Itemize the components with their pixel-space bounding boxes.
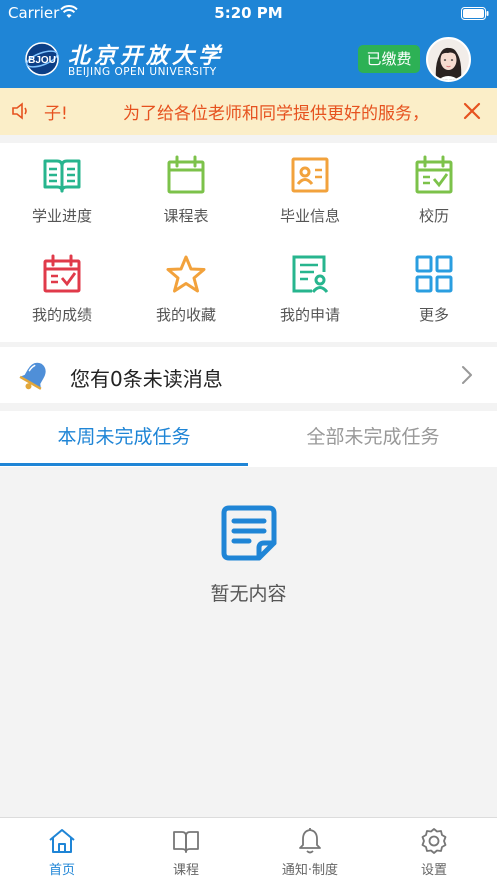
grid-item-label: 学业进度 (31, 207, 92, 225)
calendar-check-icon (414, 155, 454, 195)
tab-all-unfinished[interactable]: 全部未完成任务 (249, 411, 497, 467)
status-bar: Carrier 5:20 PM (0, 0, 497, 28)
active-tab-indicator (0, 463, 248, 466)
grid-item-more[interactable]: 更多 (372, 242, 496, 341)
tabbar-label: 设置 (420, 863, 447, 878)
grid-item-timetable[interactable]: 课程表 (124, 143, 248, 242)
university-name-en: BEIJING OPEN UNIVERSITY (68, 66, 217, 78)
tabbar-label: 课程 (172, 863, 199, 878)
grid-item-label: 校历 (418, 207, 449, 225)
tabbar-item-home[interactable]: 首页 (0, 818, 124, 883)
book-icon (172, 827, 200, 855)
id-card-icon (290, 155, 330, 195)
logo-mark-text: BJOU (28, 55, 56, 66)
calendar-icon (166, 155, 206, 195)
grid-item-my-grades[interactable]: 我的成绩 (0, 242, 124, 341)
tabbar-item-settings[interactable]: 设置 (372, 818, 496, 883)
grid-item-label: 我的收藏 (155, 306, 216, 324)
tab-this-week-unfinished[interactable]: 本周未完成任务 (0, 411, 248, 467)
unread-messages-text: 您有0条未读消息 (70, 367, 223, 391)
grid-item-graduation-info[interactable]: 毕业信息 (248, 143, 372, 242)
header: Carrier 5:20 PM BJOU 北京开放大学 BEIJING OPEN… (0, 0, 497, 88)
empty-state-text: 暂无内容 (210, 583, 287, 605)
grid-item-label: 我的成绩 (31, 306, 92, 324)
notice-label: 子! (44, 104, 68, 124)
grid-item-label: 更多 (418, 306, 449, 324)
home-icon (48, 827, 76, 855)
close-icon[interactable] (460, 99, 484, 123)
star-icon (166, 254, 206, 294)
open-book-icon (42, 155, 82, 195)
grid-item-school-calendar[interactable]: 校历 (372, 143, 496, 242)
bell-icon (18, 358, 52, 392)
status-time: 5:20 PM (214, 4, 283, 22)
notice-text: 为了给各位老师和同学提供更好的服务， (123, 104, 429, 124)
empty-document-icon (219, 503, 279, 563)
bell-icon (296, 827, 324, 855)
task-tabs: 本周未完成任务 全部未完成任务 (0, 411, 497, 467)
avatar[interactable] (426, 37, 471, 82)
grid-more-icon (414, 254, 454, 294)
application-form-icon (290, 254, 330, 294)
tabbar-label: 通知·制度 (281, 863, 339, 878)
tabbar-item-notices[interactable]: 通知·制度 (248, 818, 372, 883)
grade-calendar-icon (42, 254, 82, 294)
speaker-icon (10, 100, 32, 127)
grid-item-study-progress[interactable]: 学业进度 (0, 143, 124, 242)
feature-grid: 学业进度 课程表 毕业信息 校历 我的成绩 我的收藏 我的申请 更多 (0, 143, 497, 342)
notice-banner: 子! 为了给各位老师和同学提供更好的服务， (0, 88, 497, 135)
nav-bar: BJOU 北京开放大学 BEIJING OPEN UNIVERSITY 已缴费 (0, 28, 497, 88)
grid-item-my-applications[interactable]: 我的申请 (248, 242, 372, 341)
gear-icon (420, 827, 448, 855)
grid-item-my-favorites[interactable]: 我的收藏 (124, 242, 248, 341)
grid-item-label: 毕业信息 (279, 207, 340, 225)
grid-item-label: 课程表 (163, 207, 209, 225)
unread-messages-row[interactable]: 您有0条未读消息 (0, 347, 497, 403)
paid-status-badge[interactable]: 已缴费 (358, 45, 420, 73)
tabbar-item-courses[interactable]: 课程 (124, 818, 248, 883)
university-logo-icon: BJOU (25, 42, 59, 76)
battery-icon (461, 6, 489, 24)
tabbar-label: 首页 (48, 863, 75, 878)
grid-item-label: 我的申请 (279, 306, 340, 324)
bottom-tab-bar: 首页 课程 通知·制度 设置 (0, 817, 497, 883)
app-screen: Carrier 5:20 PM BJOU 北京开放大学 BEIJING OPEN… (0, 0, 497, 883)
chevron-right-icon (458, 364, 476, 386)
